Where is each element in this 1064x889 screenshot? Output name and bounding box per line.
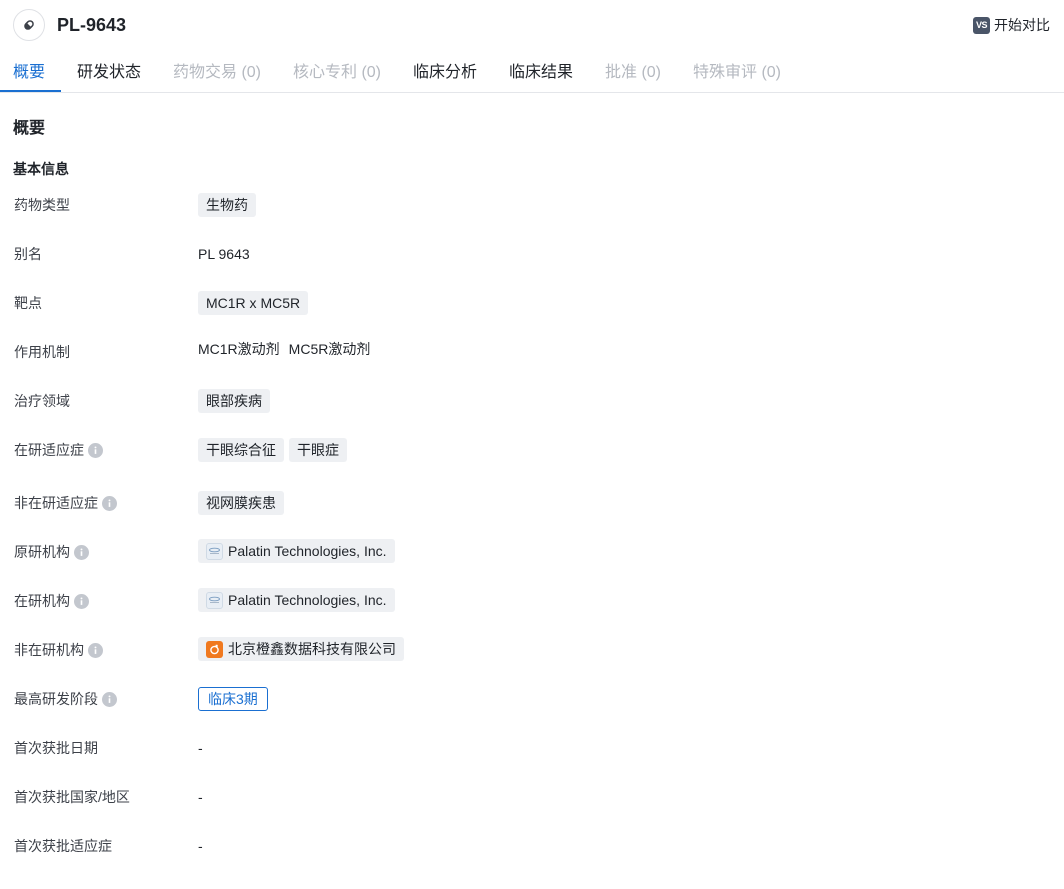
first-approval-indication-label: 首次获批适应症 [14,838,112,854]
originator-value: Palatin Technologies, Inc. [198,539,395,563]
therapeutic-area-tag[interactable]: 眼部疾病 [198,389,270,413]
therapeutic-area-label: 治疗领域 [14,393,70,409]
first-approval-region-value: - [198,789,203,805]
tab-overview[interactable]: 概要 [13,63,45,83]
compare-label: 开始对比 [994,17,1050,33]
drug-type-value: 生物药 [198,193,256,217]
pill-icon [13,9,45,41]
drug-type-label: 药物类型 [14,197,70,213]
info-icon[interactable] [74,544,89,560]
indication-tag[interactable]: 干眼综合征 [198,438,284,462]
therapeutic-area-value: 眼部疾病 [198,389,270,413]
active-org-value: Palatin Technologies, Inc. [198,588,395,612]
active-indication-value: 干眼综合征 干眼症 [198,438,347,462]
info-icon[interactable] [88,442,103,458]
phase-badge[interactable]: 临床3期 [198,687,268,711]
active-tab-indicator [0,90,61,92]
basic-info-title: 基本信息 [13,161,69,177]
indication-tag[interactable]: 视网膜疾患 [198,491,284,515]
alias-label: 别名 [14,246,42,262]
alias-value: PL 9643 [198,246,250,262]
target-value: MC1R x MC5R [198,291,309,315]
tab-clinical-results[interactable]: 临床结果 [509,63,573,83]
mechanism-value: MC1R激动剂 MC5R激动剂 [198,340,370,358]
first-approval-indication-value: - [198,838,203,854]
section-title: 概要 [13,120,46,137]
inactive-org-label: 非在研机构 [14,641,103,659]
mechanism-item[interactable]: MC1R激动剂 [198,340,280,358]
compare-button[interactable]: VS 开始对比 [973,15,1050,35]
info-icon[interactable] [102,691,117,707]
palatin-logo-icon [206,591,223,609]
beijing-org-logo-icon [206,640,223,658]
tab-bar: 概要 研发状态 药物交易 (0) 核心专利 (0) 临床分析 临床结果 批准 (… [0,52,1064,93]
inactive-indication-value: 视网膜疾患 [198,491,284,515]
inactive-indication-label: 非在研适应症 [14,494,117,512]
first-approval-date-value: - [198,740,203,756]
info-icon[interactable] [74,593,89,609]
inactive-org-value: 北京橙鑫数据科技有限公司 [198,637,404,661]
first-approval-date-label: 首次获批日期 [14,740,98,756]
tab-drug-deals[interactable]: 药物交易 (0) [173,63,261,83]
highest-phase-label: 最高研发阶段 [14,690,117,708]
vs-icon: VS [973,16,990,34]
drug-header: PL-9643 VS 开始对比 [0,0,1064,50]
tab-approval[interactable]: 批准 (0) [605,63,661,83]
mechanism-item[interactable]: MC5R激动剂 [289,340,371,358]
tab-rd-status[interactable]: 研发状态 [77,63,141,83]
target-label: 靶点 [14,295,42,311]
originator-label: 原研机构 [14,543,89,561]
first-approval-region-label: 首次获批国家/地区 [14,789,130,805]
tab-core-patents[interactable]: 核心专利 (0) [293,63,381,83]
info-icon[interactable] [102,495,117,511]
drug-title: PL-9643 [57,15,127,35]
active-indication-label: 在研适应症 [14,441,103,459]
palatin-logo-icon [206,542,223,560]
info-icon[interactable] [88,642,103,658]
tab-clinical-analysis[interactable]: 临床分析 [413,63,477,83]
drug-type-tag[interactable]: 生物药 [198,193,256,217]
org-tag[interactable]: 北京橙鑫数据科技有限公司 [198,637,404,661]
org-tag[interactable]: Palatin Technologies, Inc. [198,539,395,563]
mechanism-label: 作用机制 [14,344,70,360]
target-tag[interactable]: MC1R x MC5R [198,291,309,315]
highest-phase-value: 临床3期 [198,687,268,711]
active-org-label: 在研机构 [14,592,89,610]
tab-special-review[interactable]: 特殊审评 (0) [693,63,781,83]
org-tag[interactable]: Palatin Technologies, Inc. [198,588,395,612]
indication-tag[interactable]: 干眼症 [289,438,347,462]
